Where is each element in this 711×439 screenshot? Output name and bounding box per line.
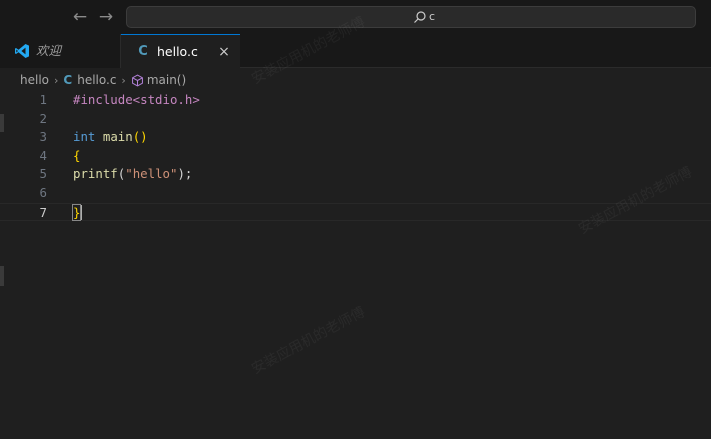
search-text: c <box>429 10 436 23</box>
code-line[interactable]: 3 int main() <box>0 128 711 147</box>
chevron-right-icon: › <box>54 73 59 87</box>
c-file-icon: C <box>63 73 73 87</box>
code-token: int <box>73 129 96 145</box>
code-line[interactable]: 5 printf("hello"); <box>0 165 711 184</box>
editor-tab-bar: 欢迎 C hello.c × <box>0 34 711 68</box>
arrow-left-icon[interactable]: ← <box>70 7 90 27</box>
code-text: } <box>71 203 83 223</box>
breadcrumb-symbol[interactable]: main() <box>147 70 186 90</box>
code-text: { <box>73 147 80 166</box>
chevron-right-icon: › <box>121 73 126 87</box>
code-text: #include<stdio.h> <box>73 91 200 110</box>
scroll-indicator <box>0 266 4 286</box>
code-token: #include<stdio.h> <box>73 92 200 107</box>
arrow-right-icon[interactable]: → <box>96 7 116 27</box>
text-cursor <box>80 204 83 220</box>
code-line[interactable]: 7} <box>0 202 711 223</box>
line-number: 5 <box>39 166 47 182</box>
code-text: printf("hello"); <box>73 165 192 184</box>
vscode-logo-icon <box>15 44 29 58</box>
breadcrumb-folder[interactable]: hello <box>20 70 49 90</box>
line-number: 4 <box>39 147 47 163</box>
symbol-method-icon <box>131 74 143 86</box>
code-line[interactable]: 1 #include<stdio.h> <box>0 91 711 110</box>
code-token: () <box>132 129 148 145</box>
code-line[interactable]: 2 <box>0 110 711 129</box>
code-text: int main() <box>73 128 148 147</box>
code-line[interactable]: 6 <box>0 184 711 203</box>
code-token: "hello" <box>125 166 178 182</box>
c-file-icon: C <box>138 43 148 59</box>
code-token: printf <box>73 166 118 182</box>
breadcrumb: hello › C hello.c › main() <box>20 70 186 90</box>
close-icon[interactable]: × <box>216 44 232 60</box>
code-line[interactable]: 4{ <box>0 147 711 166</box>
code-token: main <box>102 129 133 145</box>
tab-hello-c[interactable]: C hello.c × <box>121 34 240 68</box>
line-number: 2 <box>39 110 47 126</box>
line-number: 3 <box>39 129 47 145</box>
title-bar: ← → c <box>0 0 711 34</box>
code-token: } <box>71 203 82 221</box>
tab-welcome[interactable]: 欢迎 <box>0 34 121 68</box>
line-number: 6 <box>39 185 47 200</box>
command-center-search[interactable]: c <box>126 6 696 28</box>
line-number: 7 <box>39 204 47 220</box>
tab-welcome-label: 欢迎 <box>36 43 62 58</box>
line-number: 1 <box>39 92 47 107</box>
code-editor[interactable]: 1 #include<stdio.h> 2 3 int main() 4{5 printf(… <box>0 90 711 439</box>
tab-hello-c-label: hello.c <box>157 43 198 59</box>
code-token: ); <box>177 166 193 182</box>
breadcrumb-file[interactable]: hello.c <box>77 70 116 90</box>
code-token: { <box>73 147 81 163</box>
search-icon <box>414 11 426 23</box>
